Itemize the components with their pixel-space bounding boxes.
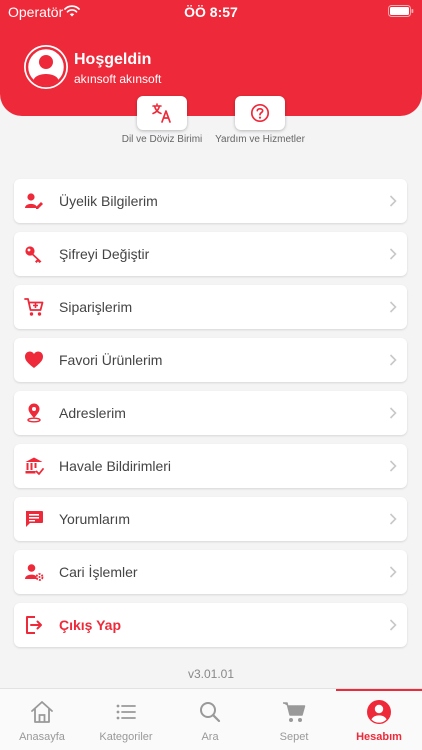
chevron-right-icon: [389, 354, 397, 366]
help-services-icon-box[interactable]: [235, 96, 285, 130]
bank-icon: [25, 457, 44, 475]
menu-item-account-transactions[interactable]: Cari İşlemler: [14, 550, 407, 594]
menu-item-orders[interactable]: Siparişlerim: [14, 285, 407, 329]
chevron-right-icon: [389, 248, 397, 260]
avatar[interactable]: [24, 45, 68, 89]
menu-item-label: Üyelik Bilgilerim: [59, 193, 158, 209]
help-services-button[interactable]: Yardım ve Hizmetler: [210, 96, 310, 146]
tab-label: Ara: [201, 731, 219, 743]
menu-item-label: Adreslerim: [59, 405, 126, 421]
menu-item-label: Cari İşlemler: [59, 564, 138, 580]
menu-item-membership-info[interactable]: Üyelik Bilgilerim: [14, 179, 407, 223]
menu-item-label: Yorumlarım: [59, 511, 131, 527]
menu-item-label: Siparişlerim: [59, 299, 133, 315]
tab-account[interactable]: Hesabım: [336, 689, 422, 750]
bottom-tab-bar: Anasayfa Kategoriler Ara Sepet Hesabım: [0, 688, 422, 750]
chevron-right-icon: [389, 301, 397, 313]
menu-item-label: Favori Ürünlerim: [59, 352, 163, 368]
battery-icon: [388, 5, 414, 17]
help-services-label: Yardım ve Hizmetler: [215, 134, 305, 145]
tab-label: Sepet: [279, 731, 309, 743]
menu-item-change-password[interactable]: Şifreyi Değiştir: [14, 232, 407, 276]
menu-item-label: Çıkış Yap: [59, 617, 122, 633]
menu-item-label: Havale Bildirimleri: [59, 458, 172, 474]
tab-cart[interactable]: Sepet: [252, 689, 336, 750]
tab-categories[interactable]: Kategoriler: [84, 689, 168, 750]
chevron-right-icon: [389, 513, 397, 525]
location-pin-icon: [27, 403, 41, 423]
chevron-right-icon: [389, 460, 397, 472]
list-icon: [116, 704, 136, 720]
comment-icon: [26, 511, 43, 527]
user-avatar-icon: [25, 46, 67, 88]
status-bar: Operatör ÖÖ 8:57: [0, 0, 422, 24]
tab-search[interactable]: Ara: [168, 689, 252, 750]
chevron-right-icon: [389, 619, 397, 631]
tab-label: Kategoriler: [99, 731, 153, 743]
help-icon: [250, 103, 270, 123]
account-icon: [367, 700, 391, 724]
menu-item-favorite-products[interactable]: Favori Ürünlerim: [14, 338, 407, 382]
cart-icon: [24, 298, 44, 316]
tab-home[interactable]: Anasayfa: [0, 689, 84, 750]
menu-item-transfer-notifications[interactable]: Havale Bildirimleri: [14, 444, 407, 488]
status-time: ÖÖ 8:57: [184, 4, 238, 20]
app-version: v3.01.01: [187, 667, 235, 681]
chevron-right-icon: [389, 407, 397, 419]
key-icon: [25, 246, 42, 263]
language-currency-label: Dil ve Döviz Birimi: [121, 134, 203, 145]
search-icon: [200, 702, 221, 723]
menu-item-addresses[interactable]: Adreslerim: [14, 391, 407, 435]
menu-item-logout[interactable]: Çıkış Yap: [14, 603, 407, 647]
home-icon: [31, 701, 53, 723]
cart-icon: [283, 702, 306, 722]
menu-item-label: Şifreyi Değiştir: [59, 246, 150, 262]
logout-icon: [26, 616, 42, 634]
heart-icon: [25, 351, 43, 368]
chevron-right-icon: [389, 195, 397, 207]
translate-icon: [152, 103, 171, 123]
language-currency-button[interactable]: Dil ve Döviz Birimi: [112, 96, 212, 146]
username-label: akınsoft akınsoft: [74, 72, 162, 86]
menu-item-reviews[interactable]: Yorumlarım: [14, 497, 407, 541]
language-currency-icon-box[interactable]: [137, 96, 187, 130]
tab-label: Hesabım: [356, 731, 402, 743]
user-settings-icon: [25, 564, 44, 581]
user-edit-icon: [25, 193, 43, 209]
greeting-title: Hoşgeldin: [74, 51, 152, 68]
chevron-right-icon: [389, 566, 397, 578]
tab-label: Anasayfa: [19, 731, 65, 743]
